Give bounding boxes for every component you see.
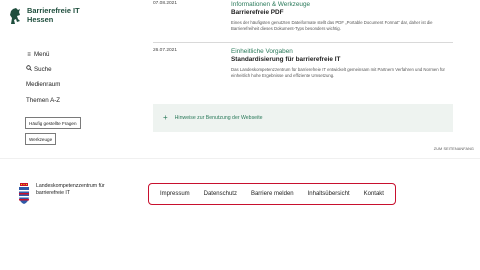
footer-logo[interactable]: Landeskompetenzzentrum für barrierefreie… <box>18 183 105 205</box>
menu-label: Menü <box>34 50 50 58</box>
entry-description: Das Landeskompetenzzentrum für barrieref… <box>231 67 445 78</box>
entry-title[interactable]: Standardisierung für barrierefreie IT <box>231 56 453 64</box>
entry-date: 07.08.2021 <box>153 1 178 6</box>
search-icon <box>26 64 32 75</box>
plus-icon: + <box>163 113 168 122</box>
search-label: Suche <box>34 65 52 73</box>
search-link[interactable]: Suche <box>26 62 116 77</box>
topics-label: Themen A-Z <box>26 96 61 104</box>
footer-org-line2: barrierefreie IT <box>36 189 71 196</box>
site-title-line2: Hessen <box>27 15 54 24</box>
footer-link-barriere-melden[interactable]: Barriere melden <box>251 191 294 197</box>
media-label: Medienraum <box>26 80 61 88</box>
entry-description: Eines der häufigsten genutzten Dateiform… <box>231 20 433 31</box>
entry-title[interactable]: Barrierefreie PDF <box>231 9 453 17</box>
main-page: Barrierefreie IT Hessen ≡ Menü Suche Med… <box>0 0 480 158</box>
site-logo[interactable]: Barrierefreie IT Hessen <box>8 6 80 25</box>
hamburger-icon: ≡ <box>27 51 31 58</box>
hessen-lion-icon <box>10 8 20 24</box>
entry-date: 26.07.2021 <box>153 48 178 53</box>
footer-link-impressum[interactable]: Impressum <box>160 191 190 197</box>
media-link[interactable]: Medienraum <box>26 77 116 92</box>
site-title-line1: Barrierefreie IT <box>27 6 80 15</box>
news-entry[interactable]: 26.07.2021 Einheitliche Vorgaben Standar… <box>153 48 453 98</box>
main-nav: ≡ Menü Suche Medienraum Themen A-Z <box>26 47 116 108</box>
entry-kicker[interactable]: Informationen & Werkzeuge <box>231 1 453 9</box>
divider <box>153 42 453 43</box>
footer-links: Impressum Datenschutz Barriere melden In… <box>148 183 396 205</box>
hessen-crest-icon <box>19 183 29 204</box>
menu-toggle[interactable]: ≡ Menü <box>26 47 116 62</box>
tools-button[interactable]: Werkzeuge <box>25 133 57 145</box>
back-to-top-link[interactable]: ZUM SEITENANFANG <box>434 147 474 151</box>
footer-org-line1: Landeskompetenzzentrum für <box>36 183 105 189</box>
topics-link[interactable]: Themen A-Z <box>26 93 116 108</box>
footer: Landeskompetenzzentrum für barrierefreie… <box>0 158 480 270</box>
footer-link-inhaltsuebersicht[interactable]: Inhaltsübersicht <box>308 191 350 197</box>
usage-notes-label: Hinweise zur Benutzung der Webseite <box>174 115 263 121</box>
footer-link-kontakt[interactable]: Kontakt <box>364 191 384 197</box>
usage-notes-accordion[interactable]: + Hinweise zur Benutzung der Webseite <box>153 104 453 132</box>
faq-button[interactable]: Häufig gestellte Fragen <box>25 117 81 129</box>
footer-link-datenschutz[interactable]: Datenschutz <box>204 191 237 197</box>
entry-kicker[interactable]: Einheitliche Vorgaben <box>231 48 453 56</box>
news-entry[interactable]: 07.08.2021 Informationen & Werkzeuge Bar… <box>153 1 453 39</box>
